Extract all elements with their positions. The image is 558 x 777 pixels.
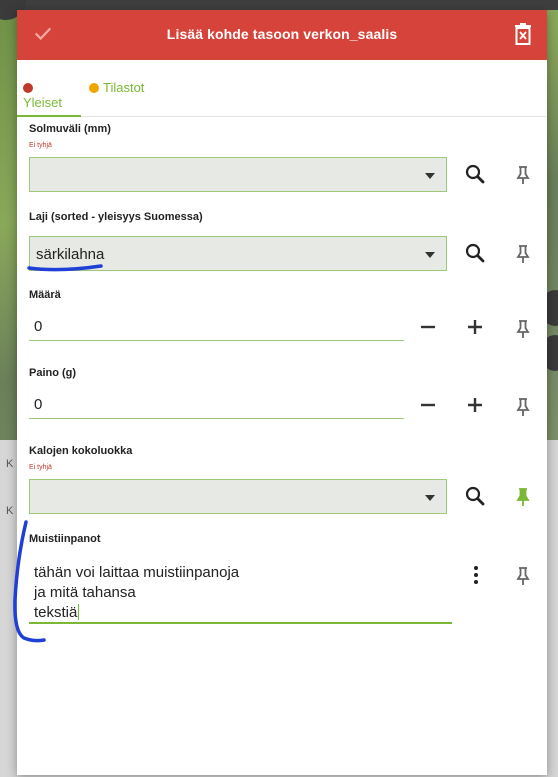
paino-value: 0 (34, 396, 43, 413)
pin-icon[interactable] (511, 317, 535, 341)
tab-bar: Yleiset Tilastot (17, 60, 547, 117)
tab-label: Tilastot (103, 80, 145, 95)
muistiinpanot-textarea[interactable]: tähän voi laittaa muistiinpanoja ja mitä… (29, 562, 452, 624)
solmuvali-combobox[interactable] (29, 157, 447, 192)
search-icon[interactable] (463, 241, 487, 265)
background-text: K (6, 458, 14, 470)
tab-status-dot (23, 83, 33, 93)
chevron-down-icon (425, 173, 435, 179)
kokoluokka-combobox[interactable] (29, 479, 447, 514)
pin-icon-active[interactable] (511, 485, 535, 509)
kokoluokka-hint: Ei tyhjä (29, 464, 52, 471)
maara-label: Määrä (29, 289, 61, 301)
textarea-line: tekstiä (34, 604, 80, 621)
pin-icon[interactable] (511, 395, 535, 419)
background-toolbar (0, 0, 558, 10)
pin-icon[interactable] (511, 242, 535, 266)
dialog-header: Lisää kohde tasoon verkon_saalis (17, 10, 547, 60)
textarea-line-text: tekstiä (34, 604, 78, 621)
laji-combobox[interactable]: särkilahna (29, 236, 447, 271)
chevron-down-icon (425, 252, 435, 258)
textarea-line: tähän voi laittaa muistiinpanoja (34, 564, 240, 581)
tab-yleiset[interactable]: Yleiset (17, 80, 81, 117)
plus-icon[interactable] (463, 393, 487, 417)
add-feature-dialog: Lisää kohde tasoon verkon_saalis Yleiset… (17, 10, 547, 775)
muistiinpanot-label: Muistiinpanot (29, 533, 101, 545)
laji-value: särkilahna (36, 246, 105, 263)
text-cursor (78, 604, 80, 620)
trash-icon[interactable] (513, 22, 533, 46)
pin-icon[interactable] (511, 564, 535, 588)
background-text: K (6, 505, 14, 517)
plus-icon[interactable] (463, 315, 487, 339)
chevron-down-icon (425, 495, 435, 501)
maara-input[interactable]: 0 (29, 310, 404, 341)
kokoluokka-label: Kalojen kokoluokka (29, 445, 133, 457)
dialog-title: Lisää kohde tasoon verkon_saalis (166, 26, 398, 42)
tab-status-dot (89, 83, 99, 93)
check-icon[interactable] (32, 22, 54, 44)
tab-label: Yleiset (23, 95, 63, 110)
textarea-line: ja mitä tahansa (34, 584, 136, 601)
paino-label: Paino (g) (29, 367, 77, 379)
laji-label: Laji (sorted - yleisyys Suomessa) (29, 211, 203, 223)
tab-tilastot[interactable]: Tilastot (89, 80, 144, 117)
minus-icon[interactable] (416, 393, 440, 417)
maara-value: 0 (34, 318, 43, 335)
minus-icon[interactable] (416, 315, 440, 339)
solmuvali-hint: Ei tyhjä (29, 142, 52, 149)
solmuvali-label: Solmuväli (mm) (29, 123, 111, 135)
pin-icon[interactable] (511, 163, 535, 187)
paino-input[interactable]: 0 (29, 388, 404, 419)
search-icon[interactable] (463, 484, 487, 508)
search-icon[interactable] (463, 162, 487, 186)
more-vertical-icon[interactable] (464, 563, 488, 587)
